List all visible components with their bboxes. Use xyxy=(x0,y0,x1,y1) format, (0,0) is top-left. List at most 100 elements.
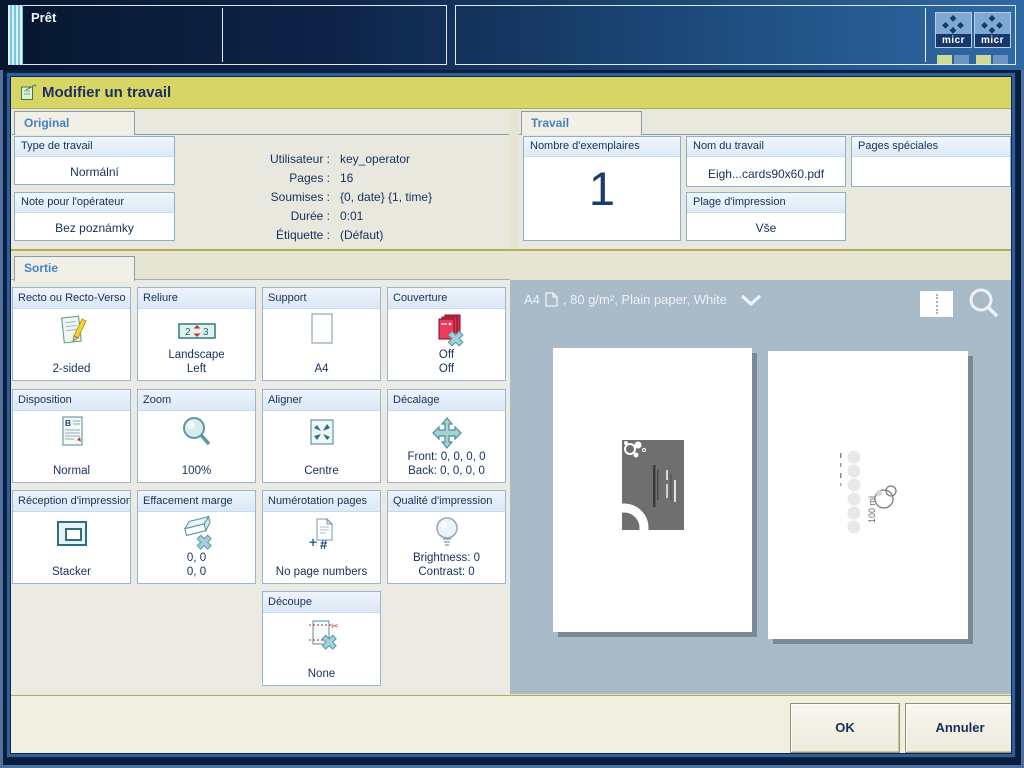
option-label: Décalage xyxy=(388,390,505,411)
option-value: Normal xyxy=(13,464,130,478)
status-light-blue xyxy=(954,55,969,64)
svg-text:✂: ✂ xyxy=(331,622,339,632)
info-value: (Défaut) xyxy=(340,226,383,245)
copies-button[interactable]: Nombre d'exemplaires 1 xyxy=(523,136,681,241)
two-sided-icon xyxy=(13,310,130,352)
paper-details: , 80 g/m², Plain paper, White xyxy=(563,292,727,307)
option-label: Aligner xyxy=(263,390,380,411)
device-divider xyxy=(925,8,926,62)
option-edge-erase[interactable]: Effacement marge 0, 00, 0 xyxy=(137,490,256,584)
paper-info-dropdown[interactable]: A4 , 80 g/m², Plain paper, White xyxy=(524,292,762,307)
svg-text:100 ml: 100 ml xyxy=(867,496,877,523)
diamond-dots-icon xyxy=(975,13,1010,35)
preview-page-front xyxy=(553,348,752,632)
sheet-icon xyxy=(545,292,558,307)
option-binding[interactable]: Reliure 2 3 LandscapeLeft xyxy=(137,287,256,381)
section-separator xyxy=(11,249,1011,251)
info-label: Utilisateur : xyxy=(172,150,330,169)
info-value: 0:01 xyxy=(340,207,363,226)
tab-original: Original xyxy=(14,111,135,135)
status-box xyxy=(8,5,447,65)
diamond-dots-icon xyxy=(936,13,971,35)
special-pages-label: Pages spéciales xyxy=(852,137,1010,157)
dialog-footer: OK Annuler xyxy=(11,695,1011,753)
option-value: 0, 00, 0 xyxy=(138,551,255,579)
option-value: No page numbers xyxy=(263,565,380,579)
screen-frame-left xyxy=(0,70,3,768)
booklet-split-line xyxy=(936,294,938,314)
option-label: Disposition xyxy=(13,390,130,411)
operator-note-button[interactable]: Note pour l'opérateur Bez poznámky xyxy=(14,192,175,241)
option-label: Numérotation pages xyxy=(263,491,380,512)
original-section: Original Type de travail Normální Note p… xyxy=(12,110,509,249)
option-layout[interactable]: Disposition B Normal xyxy=(12,389,131,483)
info-value: {0, date} {1, time} xyxy=(340,188,432,207)
job-name-label: Nom du travail xyxy=(687,137,845,157)
option-label: Zoom xyxy=(138,390,255,411)
option-label: Qualité d'impression xyxy=(388,491,505,512)
option-output-tray[interactable]: Réception d'impression Stacker xyxy=(12,490,131,584)
preview-zoom-button[interactable] xyxy=(965,285,1003,323)
option-value: A4 xyxy=(263,362,380,376)
info-row: Soumises :{0, date} {1, time} xyxy=(172,188,502,207)
job-section: Travail Nombre d'exemplaires 1 Nom du tr… xyxy=(519,110,1012,249)
booklet-view-button[interactable] xyxy=(920,291,953,317)
preview-panel: A4 , 80 g/m², Plain paper, White xyxy=(510,280,1012,694)
option-label: Réception d'impression xyxy=(13,491,130,512)
print-range-label: Plage d'impression xyxy=(687,193,845,213)
info-label: Durée : xyxy=(172,207,330,226)
trim-icon: ✂ xyxy=(263,614,380,656)
status-light-blue xyxy=(993,55,1008,64)
option-zoom[interactable]: Zoom 100% xyxy=(137,389,256,483)
copies-value: 1 xyxy=(524,161,680,216)
option-value: Front: 0, 0, 0, 0Back: 0, 0, 0, 0 xyxy=(388,450,505,478)
tab-travail: Travail xyxy=(521,111,642,135)
stacker-icon xyxy=(13,513,130,555)
info-value: key_operator xyxy=(340,150,410,169)
status-divider xyxy=(222,8,223,62)
operator-note-label: Note pour l'opérateur xyxy=(15,193,174,213)
option-label: Découpe xyxy=(263,592,380,613)
cancel-button[interactable]: Annuler xyxy=(905,703,1012,753)
option-print-quality[interactable]: Qualité d'impression Brightness: 0Contra… xyxy=(387,490,506,584)
stripe-decoration xyxy=(8,5,23,65)
option-value: Brightness: 0Contrast: 0 xyxy=(388,551,505,579)
printer-status-text: Prêt xyxy=(31,10,56,25)
printer-ui-screen: Prêt micr xyxy=(0,0,1024,768)
info-row: Étiquette : (Défaut) xyxy=(172,226,502,245)
option-value: Stacker xyxy=(13,565,130,579)
micr-label: micr xyxy=(936,34,971,47)
print-range-value: Vše xyxy=(687,221,845,235)
job-name-button[interactable]: Nom du travail Eigh...cards90x60.pdf xyxy=(686,136,846,187)
option-value: LandscapeLeft xyxy=(138,348,255,376)
job-type-button[interactable]: Type de travail Normální xyxy=(14,136,175,185)
tab-sortie: Sortie xyxy=(14,256,135,281)
print-range-button[interactable]: Plage d'impression Vše xyxy=(686,192,846,241)
card-front-thumbnail xyxy=(622,440,684,530)
option-trim[interactable]: Découpe ✂ None xyxy=(262,591,381,686)
card-back-thumbnail: 100 ml xyxy=(838,449,910,545)
align-icon xyxy=(263,412,380,454)
option-covers[interactable]: Couverture OffOff xyxy=(387,287,506,381)
brightness-icon xyxy=(388,513,505,555)
option-media[interactable]: Support A4 xyxy=(262,287,381,381)
info-label: Étiquette : xyxy=(172,226,330,245)
edit-job-icon xyxy=(20,84,37,101)
margin-erase-icon xyxy=(138,513,255,555)
option-value: OffOff xyxy=(388,348,505,376)
svg-text:3: 3 xyxy=(203,327,209,338)
edit-job-dialog: Modifier un travail Original Type de tra… xyxy=(6,72,1016,758)
magnifier-icon xyxy=(138,412,255,454)
option-label: Couverture xyxy=(388,288,505,309)
special-pages-button[interactable]: Pages spéciales xyxy=(851,136,1011,187)
ok-button[interactable]: OK xyxy=(790,703,900,753)
option-align[interactable]: Aligner Centre xyxy=(262,389,381,483)
svg-text:2: 2 xyxy=(185,327,191,338)
option-page-numbers[interactable]: Numérotation pages + # No page numbers xyxy=(262,490,381,584)
preview-page-back: 100 ml xyxy=(768,351,968,639)
option-sides[interactable]: Recto ou Recto-Verso 2-sided xyxy=(12,287,131,381)
info-row: Pages :16 xyxy=(172,169,502,188)
option-value: Centre xyxy=(263,464,380,478)
micr-indicator-1: micr xyxy=(935,12,972,48)
option-shift[interactable]: Décalage Front: 0, 0, 0, 0Back: 0, 0, 0,… xyxy=(387,389,506,483)
